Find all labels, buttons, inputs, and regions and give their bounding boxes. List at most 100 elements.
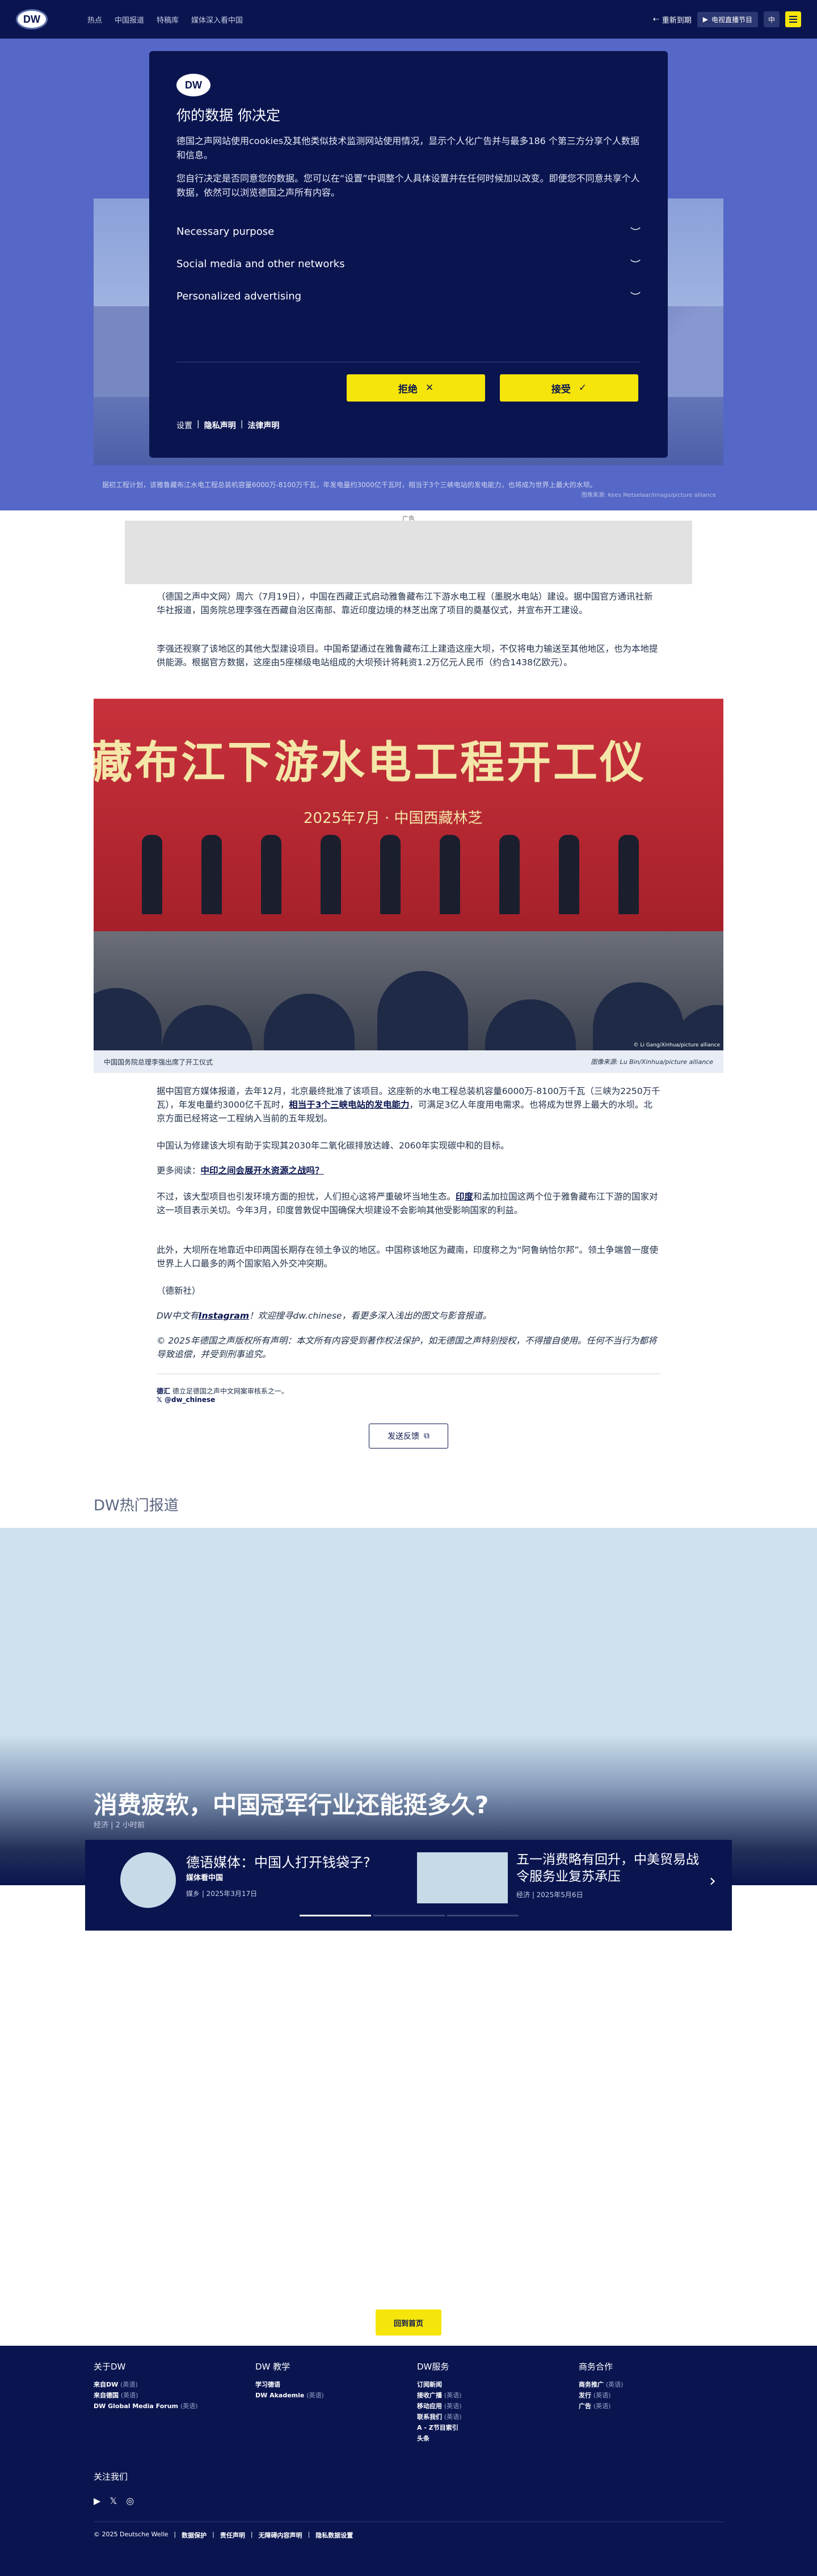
footer-heading: DW服务 (417, 2362, 449, 2372)
login-icon: ⇠ (652, 15, 659, 24)
instagram-link[interactable]: Instagram (199, 1311, 249, 1321)
nav-item[interactable]: 热点 (87, 14, 102, 25)
copy-icon: ⧉ (424, 1431, 429, 1441)
author-link[interactable]: 德汇 (157, 1387, 170, 1395)
live-label: 电视直播节目 (711, 15, 752, 24)
footer-link[interactable]: 订阅新闻 (417, 2379, 461, 2390)
footer-link[interactable]: 商务推广 (英语) (579, 2379, 623, 2390)
main-nav: 热点 中国报道 特稿库 媒体深入看中国 (87, 14, 243, 25)
article-paragraph: （德国之声中文网）周六（7月19日），中国在西藏正式启动雅鲁藏布江下游水电工程（… (157, 592, 653, 615)
story-thumbnail[interactable] (417, 1852, 508, 1903)
footer-link[interactable]: 学习德语 (255, 2379, 324, 2390)
accept-label: 接受 (551, 383, 571, 395)
chevron-down-icon: ︶ (630, 259, 641, 271)
language-button[interactable]: 中 (764, 11, 780, 27)
indicator[interactable] (373, 1915, 445, 1916)
legal-link[interactable]: 无障碍内容声明 (259, 2531, 302, 2540)
read-more-link[interactable]: 中印之间会展开水资源之战吗？ (201, 1165, 324, 1176)
privacy-link[interactable]: 隐私声明 (204, 420, 236, 431)
footer-link[interactable]: 移动应用 (英语) (417, 2401, 461, 2412)
legal-link[interactable]: 责任声明 (220, 2531, 245, 2540)
article-paragraph: 此外，大坝所在地靠近中印两国长期存在领土争议的地区。中国称该地区为藏南，印度称之… (157, 1245, 659, 1269)
separator: | (197, 420, 200, 429)
india-link[interactable]: 印度 (456, 1192, 473, 1202)
youtube-icon[interactable]: ▶ (94, 2495, 100, 2506)
footer-heading: 关于DW (94, 2362, 126, 2372)
separator: | (240, 420, 243, 429)
footer-link[interactable]: 联系我们 (英语) (417, 2412, 461, 2422)
nav-item[interactable]: 媒体深入看中国 (191, 14, 243, 25)
indicator[interactable] (300, 1915, 371, 1916)
image-watermark: © Li Gang/Xinhua/picture alliance (633, 1042, 720, 1048)
story-thumbnail[interactable] (120, 1852, 176, 1908)
consent-buttons: 拒绝 ✕ 接受 ✓ (347, 374, 638, 402)
featured-headline[interactable]: 消费疲软，中国冠军行业还能挺多久? (94, 1786, 488, 1821)
section-ads[interactable]: Personalized advertising ︶ (176, 280, 641, 313)
feedback-button[interactable]: 发送反馈 ⧉ (369, 1424, 448, 1449)
play-icon: ▶ (702, 15, 708, 23)
footer-link[interactable]: 广告 (英语) (579, 2401, 623, 2412)
chevron-right-icon[interactable]: › (709, 1871, 716, 1891)
accept-button[interactable]: 接受 ✓ (500, 374, 638, 402)
section-title: DW热门报道 (94, 1497, 179, 1514)
footer-link[interactable]: 来自DW (英语) (94, 2379, 197, 2390)
login-link[interactable]: ⇠ 重新到期 (653, 14, 692, 25)
x-icon: 𝕏 (157, 1396, 165, 1404)
ad-slot[interactable] (125, 521, 692, 584)
carousel-indicators (300, 1915, 519, 1916)
article-paragraph: 李强还视察了该地区的其他大型建设项目。中国希望通过在雅鲁藏布江上建造这座大坝，不… (157, 644, 658, 668)
instagram-icon[interactable]: ◎ (126, 2495, 134, 2506)
live-tv-button[interactable]: ▶ 电视直播节目 (697, 11, 758, 27)
footer-link[interactable]: DW Akademie (英语) (255, 2390, 324, 2401)
image-credit: 图像来源: Lu Bin/Xinhua/picture alliance (591, 1058, 713, 1066)
story-title[interactable]: 德语媒体：中国人打开钱袋子? (186, 1851, 370, 1871)
article-paragraph: 据中国官方媒体报道，去年12月，北京最终批准了该项目。这座新的水电工程总装机容量… (157, 1084, 660, 1125)
nav-item[interactable]: 中国报道 (115, 14, 144, 25)
section-social[interactable]: Social media and other networks ︶ (176, 248, 641, 280)
section-label: Personalized advertising (176, 290, 302, 302)
settings-link[interactable]: 设置 (176, 420, 192, 431)
reject-label: 拒绝 (398, 383, 418, 395)
dw-logo: DW (176, 74, 210, 96)
story-meta: 媒乡 | 2025年3月17日 (186, 1890, 258, 1898)
author-tags: 德汇 德立足德国之声中文网案审核系之一。 𝕏 @dw_chinese (157, 1386, 288, 1404)
banner-subtext: 2025年7月 · 中国西藏林芝 (304, 810, 483, 827)
three-gorges-link[interactable]: 相当于3个三峡电站的发电能力 (289, 1100, 409, 1110)
footer-heading: DW 教学 (255, 2362, 290, 2372)
nav-item[interactable]: 特稿库 (157, 14, 179, 25)
follow-heading: 关注我们 (94, 2472, 128, 2482)
image-caption-bar: 中国国务院总理李强出席了开工仪式 图像来源: Lu Bin/Xinhua/pic… (94, 1050, 723, 1073)
check-icon: ✓ (578, 382, 587, 394)
legal-link[interactable]: 数据保护 (182, 2531, 207, 2540)
footer-link[interactable]: A - Z节目索引 (417, 2422, 461, 2433)
x-icon[interactable]: 𝕏 (110, 2495, 117, 2506)
instagram-promo: DW中文有Instagram！欢迎搜寻dw.chinese，看更多深入浅出的图文… (157, 1309, 660, 1323)
legal-links: © 2025 Deutsche Welle | 数据保护 | 责任声明 | 无障碍内容… (94, 2531, 353, 2540)
footer-link[interactable]: 发行 (英语) (579, 2390, 623, 2401)
footer-copyright: © 2025 Deutsche Welle (94, 2531, 169, 2538)
legal-link[interactable]: 法律声明 (247, 420, 279, 431)
menu-icon[interactable] (785, 11, 801, 27)
story-title[interactable]: 五一消费略有回升，中美贸易战令服务业复苏承压 (516, 1851, 704, 1885)
text: 不过，该大型项目也引发环境方面的担忧，人们担心这将严重破坏当地生态。 (157, 1192, 456, 1202)
cookie-text-1: 德国之声网站使用cookies及其他类似技术监测网站使用情况，显示个人化广告并与… (176, 136, 639, 161)
footer-link[interactable]: 头条 (417, 2433, 461, 2444)
footer-link[interactable]: 来自德国 (英语) (94, 2390, 197, 2401)
footer-link[interactable]: 接收广播 (英语) (417, 2390, 461, 2401)
indicator[interactable] (447, 1915, 519, 1916)
feedback-label: 发送反馈 (388, 1432, 419, 1441)
back-to-top-button[interactable]: 回到首页 (376, 2309, 441, 2336)
story-series: 媒体看中国 (186, 1874, 224, 1882)
consent-sections: Necessary purpose ︶ Social media and othe… (176, 216, 641, 313)
dw-logo[interactable]: DW (16, 9, 48, 29)
text: DW中文有 (157, 1311, 199, 1321)
chevron-down-icon: ︶ (630, 291, 641, 303)
x-handle-link[interactable]: @dw_chinese (165, 1396, 215, 1404)
section-necessary[interactable]: Necessary purpose ︶ (176, 216, 641, 248)
site-footer: 关于DW 来自DW (英语) 来自德国 (英语) DW Global Media… (0, 2346, 817, 2576)
footer-link[interactable]: DW Global Media Forum (英语) (94, 2401, 197, 2412)
hero-credit: 图像来源: Kees Metselaar/Imago/picture allia… (581, 492, 716, 499)
reject-button[interactable]: 拒绝 ✕ (347, 374, 485, 402)
featured-story[interactable]: 消费疲软，中国冠军行业还能挺多久? 经济 | 2 小时前 (0, 1528, 817, 1885)
legal-link[interactable]: 隐私数据设置 (315, 2531, 353, 2540)
